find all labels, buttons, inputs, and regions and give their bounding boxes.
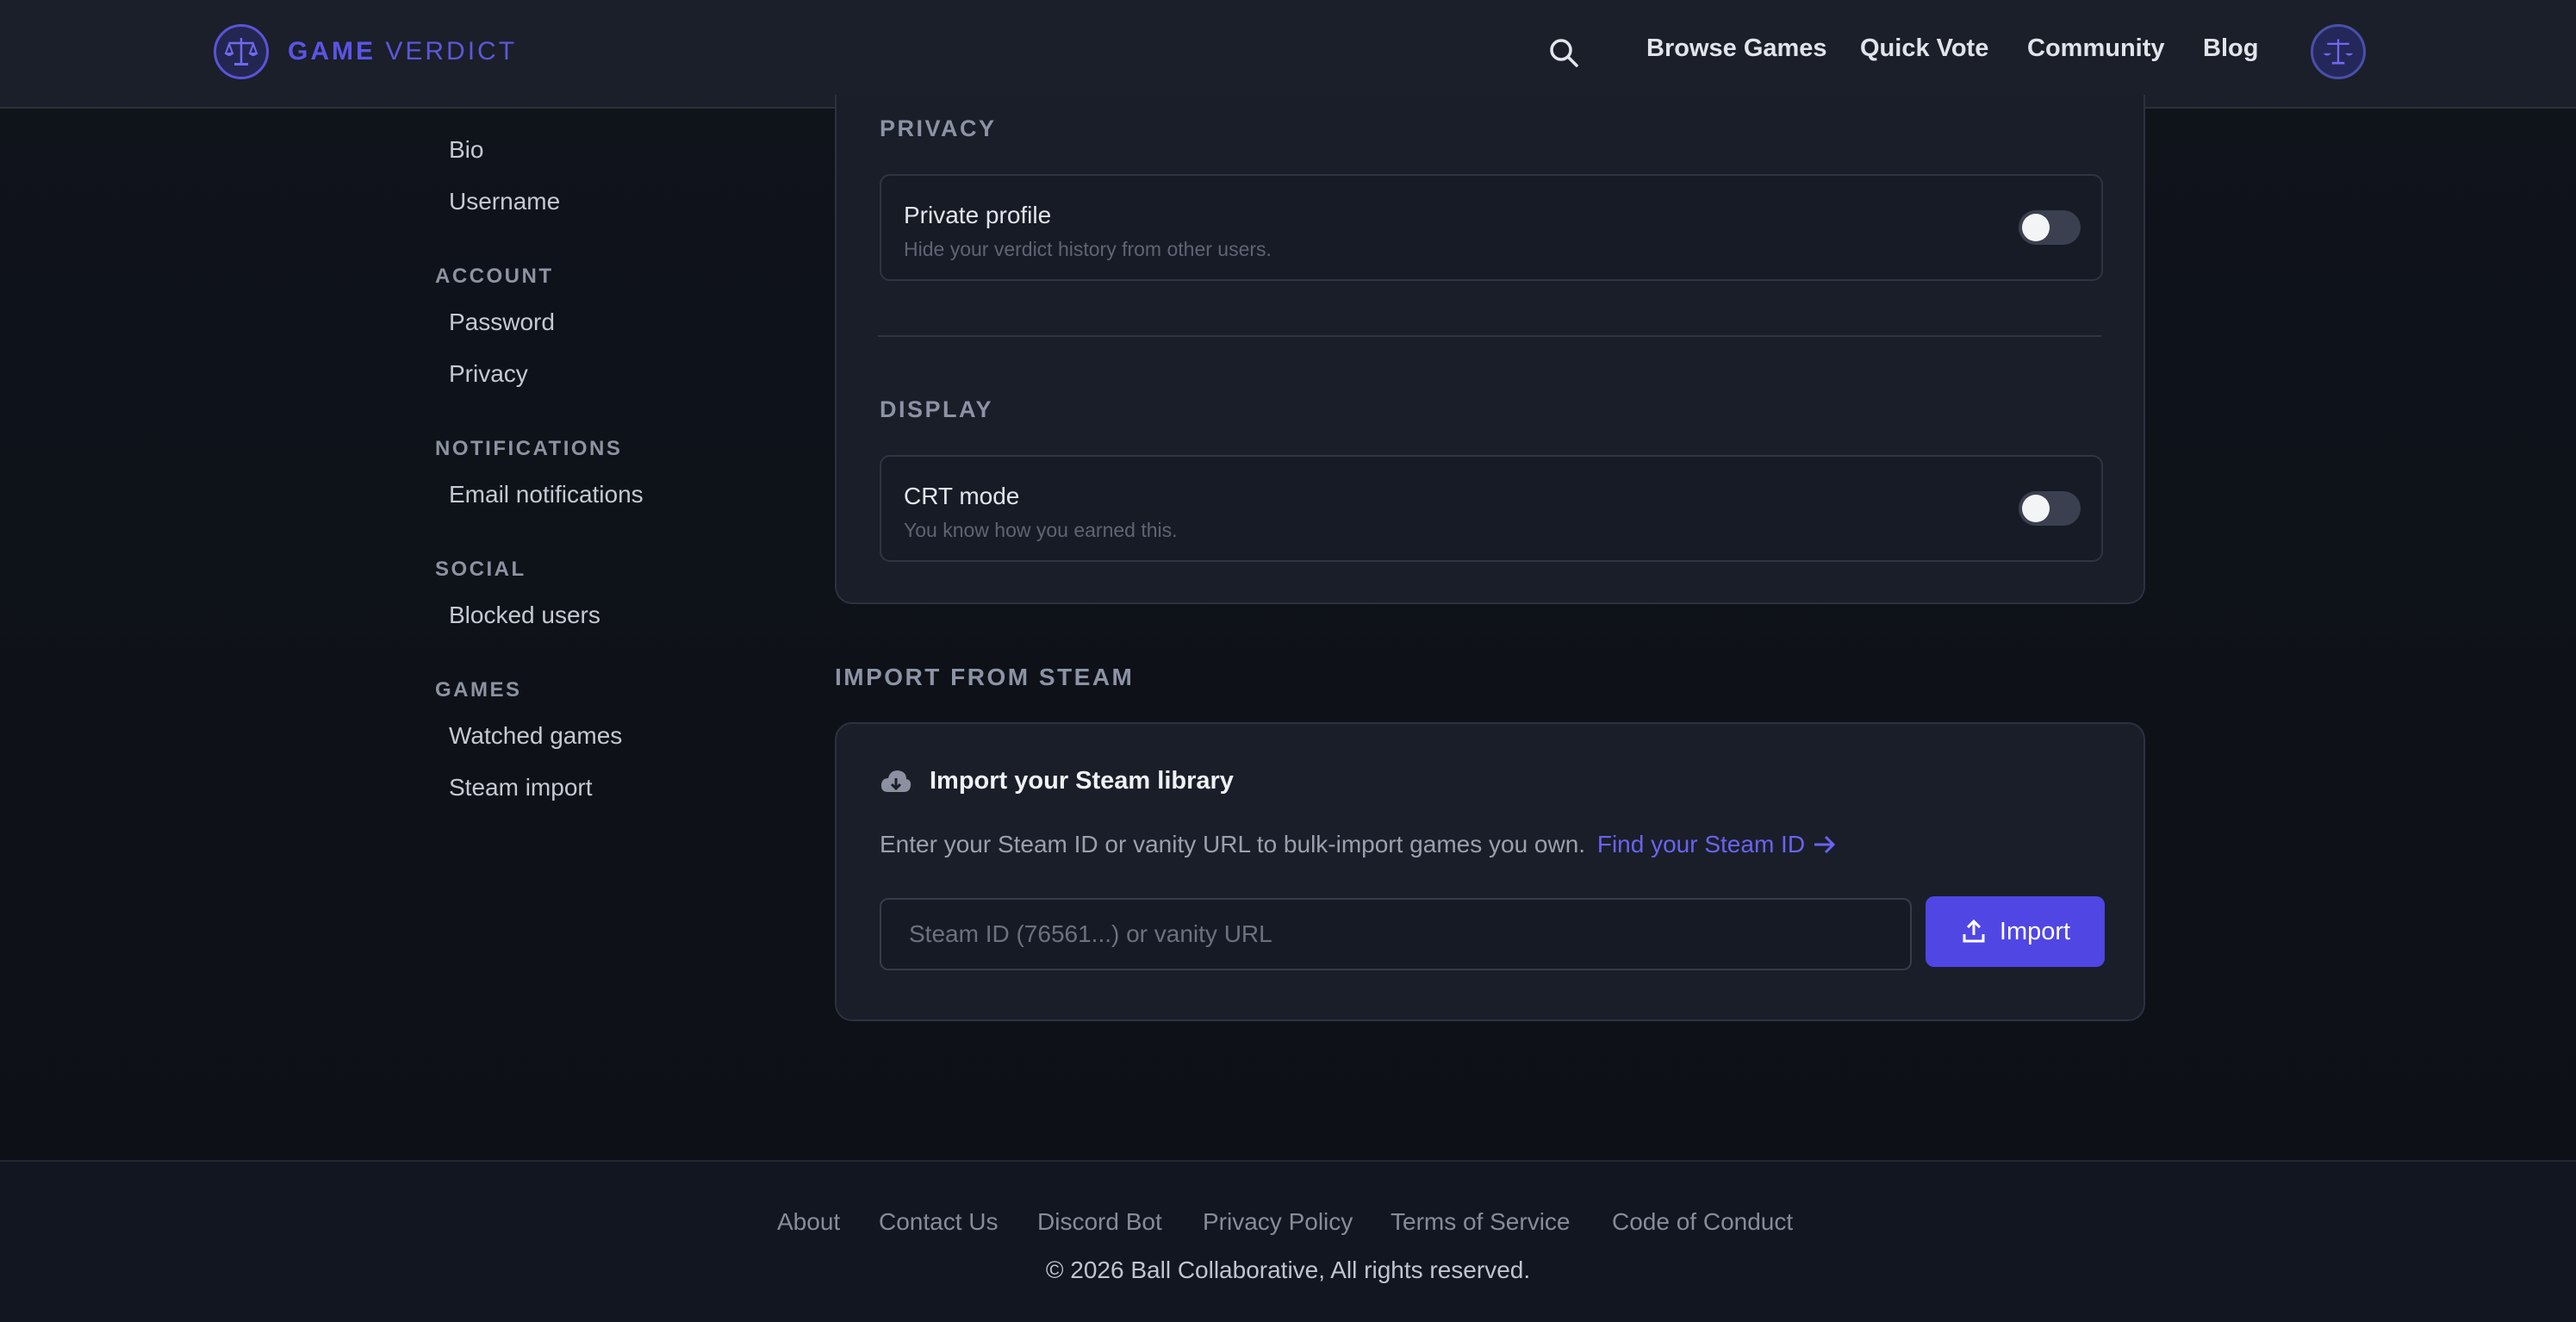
footer-link-discord-bot[interactable]: Discord Bot <box>1037 1208 1162 1236</box>
sidebar-group-games: GAMES <box>435 678 522 702</box>
import-description-text: Enter your Steam ID or vanity URL to bul… <box>880 831 1586 857</box>
toggle-knob <box>2022 495 2050 522</box>
import-description: Enter your Steam ID or vanity URL to bul… <box>880 831 1838 858</box>
sidebar-item-password[interactable]: Password <box>449 309 555 336</box>
private-profile-label: Private profile <box>904 202 1052 228</box>
logo-text: GAME VERDICT <box>288 37 517 66</box>
sidebar-group-social: SOCIAL <box>435 558 526 581</box>
crt-mode-setting: CRT mode You know how you earned this. <box>880 455 2103 562</box>
logo-text-light: VERDICT <box>385 37 518 65</box>
footer-link-privacy-policy[interactable]: Privacy Policy <box>1203 1208 1353 1236</box>
find-steam-id-link[interactable]: Find your Steam ID <box>1597 831 1838 857</box>
nav-blog[interactable]: Blog <box>2203 34 2258 63</box>
footer: About Contact Us Discord Bot Privacy Pol… <box>0 1160 2576 1322</box>
scales-icon <box>214 24 269 79</box>
sidebar-item-watched-games[interactable]: Watched games <box>449 722 622 750</box>
sidebar-item-bio[interactable]: Bio <box>449 136 483 164</box>
footer-link-code-of-conduct[interactable]: Code of Conduct <box>1612 1208 1793 1236</box>
import-title-row: Import your Steam library <box>880 767 1234 795</box>
crt-mode-toggle[interactable] <box>2019 491 2081 526</box>
copyright: © 2026 Ball Collaborative, All rights re… <box>1045 1257 1531 1283</box>
upload-icon <box>1963 919 1985 943</box>
arrow-right-icon <box>1814 835 1835 854</box>
top-header: GAME VERDICT Browse Games Quick Vote Com… <box>0 0 2576 109</box>
sidebar-item-steam-import[interactable]: Steam import <box>449 774 593 801</box>
nav-quick-vote[interactable]: Quick Vote <box>1860 34 1988 63</box>
settings-page: GAME VERDICT Browse Games Quick Vote Com… <box>0 0 2576 1322</box>
steam-import-card: Import your Steam library Enter your Ste… <box>835 722 2145 1021</box>
section-divider <box>878 335 2101 337</box>
nav-browse-games[interactable]: Browse Games <box>1646 34 1827 63</box>
logo[interactable]: GAME VERDICT <box>214 24 517 79</box>
sidebar-item-blocked-users[interactable]: Blocked users <box>449 602 600 629</box>
sidebar-item-username[interactable]: Username <box>449 188 560 215</box>
preferences-card: PRIVACY Private profile Hide your verdic… <box>835 95 2145 604</box>
toggle-knob <box>2022 214 2050 241</box>
import-button-label: Import <box>1999 917 2071 945</box>
sidebar-group-account: ACCOUNT <box>435 265 554 288</box>
private-profile-toggle[interactable] <box>2019 210 2081 245</box>
nav-community[interactable]: Community <box>2027 34 2165 63</box>
avatar-scales-icon <box>2323 39 2354 65</box>
sidebar-group-notifications: NOTIFICATIONS <box>435 437 623 460</box>
avatar[interactable] <box>2311 24 2366 79</box>
import-button[interactable]: Import <box>1926 896 2105 967</box>
private-profile-setting: Private profile Hide your verdict histor… <box>880 174 2103 281</box>
sidebar-item-privacy[interactable]: Privacy <box>449 360 528 388</box>
search-icon[interactable] <box>1546 34 1584 72</box>
footer-link-contact-us[interactable]: Contact Us <box>879 1208 999 1236</box>
sidebar-item-email-notifications[interactable]: Email notifications <box>449 481 644 508</box>
crt-mode-label: CRT mode <box>904 483 1020 509</box>
privacy-section-title: PRIVACY <box>880 115 997 141</box>
logo-text-bold: GAME <box>288 37 376 65</box>
import-title: Import your Steam library <box>930 767 1234 795</box>
private-profile-description: Hide your verdict history from other use… <box>904 238 1272 260</box>
steam-id-input[interactable] <box>880 898 1912 970</box>
cloud-download-icon <box>880 770 912 792</box>
display-section-title: DISPLAY <box>880 396 994 422</box>
footer-link-about[interactable]: About <box>777 1208 840 1236</box>
import-section-heading: IMPORT FROM STEAM <box>835 664 1135 690</box>
find-steam-id-label: Find your Steam ID <box>1596 831 1806 857</box>
crt-mode-description: You know how you earned this. <box>904 519 1178 541</box>
footer-link-terms-of-service[interactable]: Terms of Service <box>1391 1208 1571 1236</box>
